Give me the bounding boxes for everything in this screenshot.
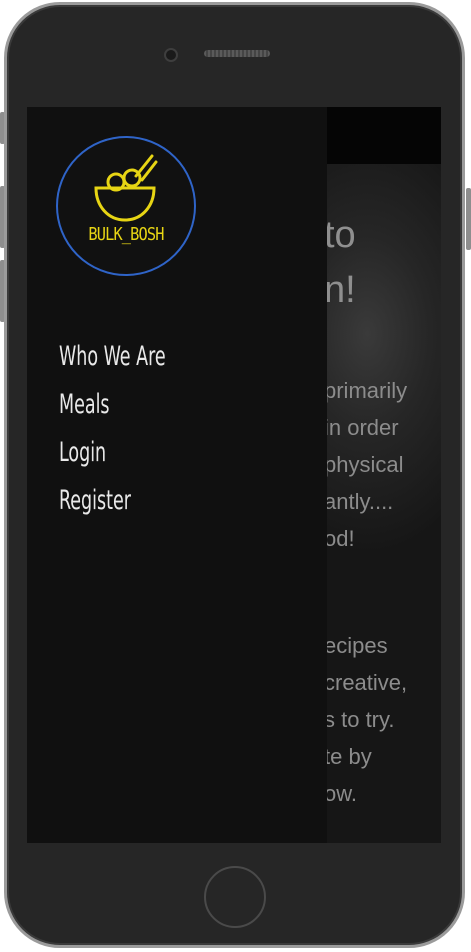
hero-body-line: in order [324,415,399,440]
hero-body-line: od! [324,526,355,551]
hero-body-line: s to try. [324,707,395,732]
nav-link-login[interactable]: Login [59,429,166,477]
nav-menu: Who We Are Meals Login Register [59,333,207,525]
hero-body-line: creative, [324,670,408,695]
front-camera [164,48,178,62]
hero-body-line: ow. [324,781,358,806]
hero-body-line: antly.... [324,489,394,514]
nav-link-register[interactable]: Register [59,477,166,525]
phone-mockup: to n! primarily in order physical antly.… [0,0,471,952]
hero-title-line-2: n! [324,269,356,311]
nav-drawer: BULK_BOSH Who We Are Meals Login Registe… [27,107,327,843]
brand-name: BULK_BOSH [88,224,164,245]
earpiece-speaker [204,50,270,57]
brand-logo[interactable]: BULK_BOSH [56,136,196,276]
hero-body-line: physical [324,452,404,477]
hero-body-line: primarily [324,378,408,403]
hero-body-line: te by [324,744,372,769]
power-button [466,188,471,250]
home-button[interactable] [204,866,266,928]
nav-link-meals[interactable]: Meals [59,381,166,429]
hero-body-line: ecipes [324,633,388,658]
app-screen: to n! primarily in order physical antly.… [27,107,441,843]
hero-title-line-1: to [324,214,356,256]
food-bowl-icon [94,154,158,222]
nav-link-who-we-are[interactable]: Who We Are [59,333,166,381]
